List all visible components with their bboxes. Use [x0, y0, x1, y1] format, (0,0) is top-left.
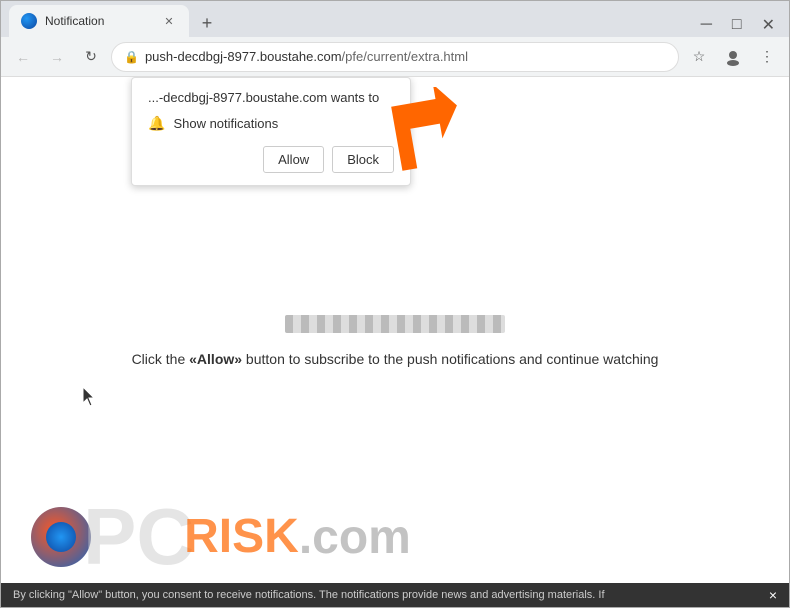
menu-button[interactable]: ⋮: [753, 43, 781, 71]
bell-icon: 🔔: [148, 115, 165, 132]
loading-bar: [285, 315, 505, 333]
url-base: push-decdbgj-8977.boustahe.com: [145, 49, 342, 64]
tab-close-button[interactable]: ✕: [161, 13, 177, 29]
watermark-area: PC RISK .com: [1, 497, 789, 577]
instruction-text: Click the «Allow» button to subscribe to…: [132, 349, 659, 370]
allow-button[interactable]: Allow: [263, 146, 324, 173]
bottom-bar-close-button[interactable]: ×: [769, 587, 777, 603]
notification-popup: ...-decdbgj-8977.boustahe.com wants to 🔔…: [131, 77, 411, 186]
tab-title: Notification: [45, 14, 153, 28]
forward-button[interactable]: →: [43, 43, 71, 71]
title-tab-row: Notification ✕ + ─ □ ✕: [1, 1, 789, 37]
pcrisk-logo-icon: [31, 507, 91, 567]
tab-favicon: [21, 13, 37, 29]
browser-window: Notification ✕ + ─ □ ✕ ← → ↻ 🔒 push-decd…: [0, 0, 790, 608]
new-tab-button[interactable]: +: [193, 9, 221, 37]
minimize-button[interactable]: ─: [695, 14, 718, 36]
maximize-button[interactable]: □: [726, 14, 748, 36]
lock-icon: 🔒: [124, 50, 139, 64]
chrome-header: Notification ✕ + ─ □ ✕: [1, 1, 789, 37]
bottom-notification-bar: By clicking "Allow" button, you consent …: [1, 583, 789, 607]
pc-text: PC: [83, 497, 194, 577]
bookmark-button[interactable]: ☆: [685, 43, 713, 71]
popup-buttons: Allow Block: [148, 146, 394, 173]
active-tab[interactable]: Notification ✕: [9, 5, 189, 37]
show-notifications-label: Show notifications: [173, 116, 278, 131]
profile-button[interactable]: [719, 43, 747, 71]
address-text: push-decdbgj-8977.boustahe.com/pfe/curre…: [145, 49, 666, 64]
orange-arrow: [381, 87, 461, 182]
back-button[interactable]: ←: [9, 43, 37, 71]
popup-domain-text: ...-decdbgj-8977.boustahe.com wants to: [148, 90, 394, 105]
content-area: ...-decdbgj-8977.boustahe.com wants to 🔔…: [1, 77, 789, 607]
risk-text: RISK: [184, 513, 299, 561]
bottom-bar-text: By clicking "Allow" button, you consent …: [13, 589, 605, 601]
dot-com-text: .com: [299, 510, 411, 565]
reload-button[interactable]: ↻: [77, 43, 105, 71]
logo-inner-circle: [46, 522, 76, 552]
close-button[interactable]: ✕: [756, 13, 781, 37]
address-bar-row: ← → ↻ 🔒 push-decdbgj-8977.boustahe.com/p…: [1, 37, 789, 77]
notification-row: 🔔 Show notifications: [148, 115, 394, 132]
address-bar[interactable]: 🔒 push-decdbgj-8977.boustahe.com/pfe/cur…: [111, 42, 679, 72]
url-path: /pfe/current/extra.html: [342, 49, 468, 64]
window-controls: ─ □ ✕: [695, 13, 781, 37]
